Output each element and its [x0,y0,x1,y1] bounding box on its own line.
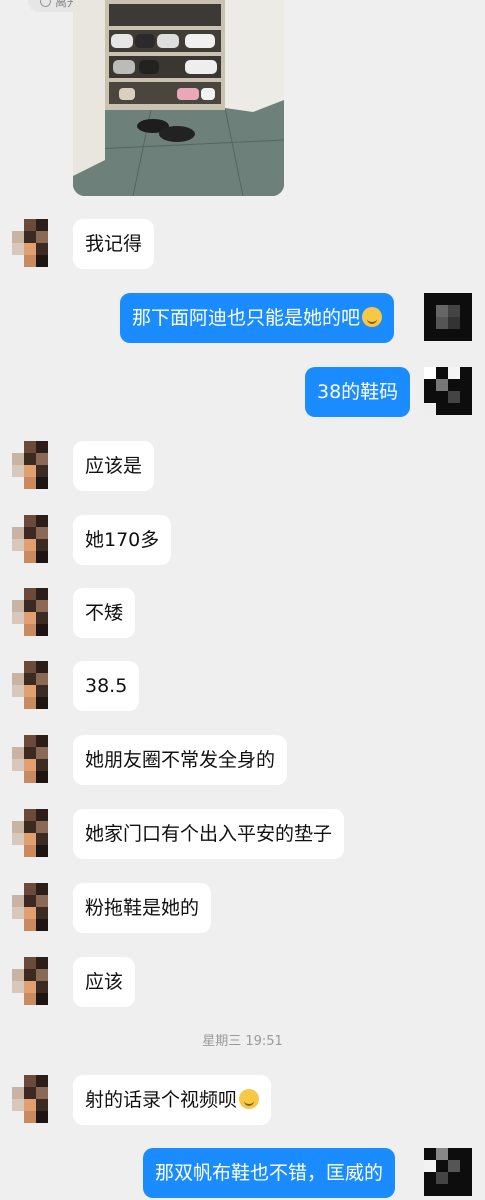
message-bubble-outgoing[interactable]: 38的鞋码 [305,367,411,417]
avatar[interactable] [12,661,60,709]
avatar[interactable] [12,515,60,563]
message-row: 38的鞋码 [0,367,485,417]
smiling-face-icon [239,1089,260,1109]
message-row: 她170多 [0,515,485,565]
avatar[interactable] [12,441,60,489]
avatar[interactable] [12,1075,60,1123]
message-bubble-incoming[interactable]: 她朋友圈不常发全身的 [73,735,288,785]
message-bubble-incoming[interactable]: 她170多 [73,515,172,565]
message-timestamp: 星期三 19:51 [202,1034,283,1049]
message-bubble-incoming[interactable]: 38.5 [73,661,140,711]
message-row: 我记得 [0,219,485,269]
message-bubble-incoming[interactable]: 应该 [73,957,136,1007]
avatar[interactable] [424,1148,472,1196]
avatar[interactable] [12,809,60,857]
message-bubble-outgoing[interactable]: 那下面阿迪也只能是她的吧 [120,293,395,343]
message-text: 射的话录个视频呗 [85,1089,238,1111]
message-text: 那下面阿迪也只能是她的吧 [132,307,361,329]
shoe-cabinet-photo[interactable] [73,0,284,196]
message-row: 应该是 [0,441,485,491]
message-row: 那下面阿迪也只能是她的吧 [0,293,485,343]
message-row: 不矮 [0,588,485,638]
message-bubble-incoming[interactable]: 她家门口有个出入平安的垫子 [73,809,345,859]
message-bubble-incoming[interactable]: 应该是 [73,441,155,491]
message-row: 粉拖鞋是她的 [0,883,485,933]
message-row: 应该 [0,957,485,1007]
message-row: 她家门口有个出入平安的垫子 [0,809,485,859]
message-bubble-outgoing[interactable]: 那双帆布鞋也不错，匡威的 [143,1148,396,1198]
avatar[interactable] [12,735,60,783]
clock-icon [40,0,51,7]
avatar[interactable] [424,293,472,341]
avatar[interactable] [12,219,60,267]
message-bubble-incoming[interactable]: 粉拖鞋是她的 [73,883,212,933]
thinking-face-icon [362,307,383,327]
message-row: 射的话录个视频呗 [0,1075,485,1125]
message-bubble-incoming[interactable]: 射的话录个视频呗 [73,1075,272,1125]
message-row: 她朋友圈不常发全身的 [0,735,485,785]
avatar[interactable] [12,957,60,1005]
avatar[interactable] [12,588,60,636]
message-row: 38.5 [0,661,485,711]
avatar[interactable] [424,367,472,415]
shoe-cabinet-image [73,0,284,196]
avatar[interactable] [12,883,60,931]
message-row: 那双帆布鞋也不错，匡威的 [0,1148,485,1198]
message-bubble-incoming[interactable]: 不矮 [73,588,136,638]
message-bubble-incoming[interactable]: 我记得 [73,219,155,269]
